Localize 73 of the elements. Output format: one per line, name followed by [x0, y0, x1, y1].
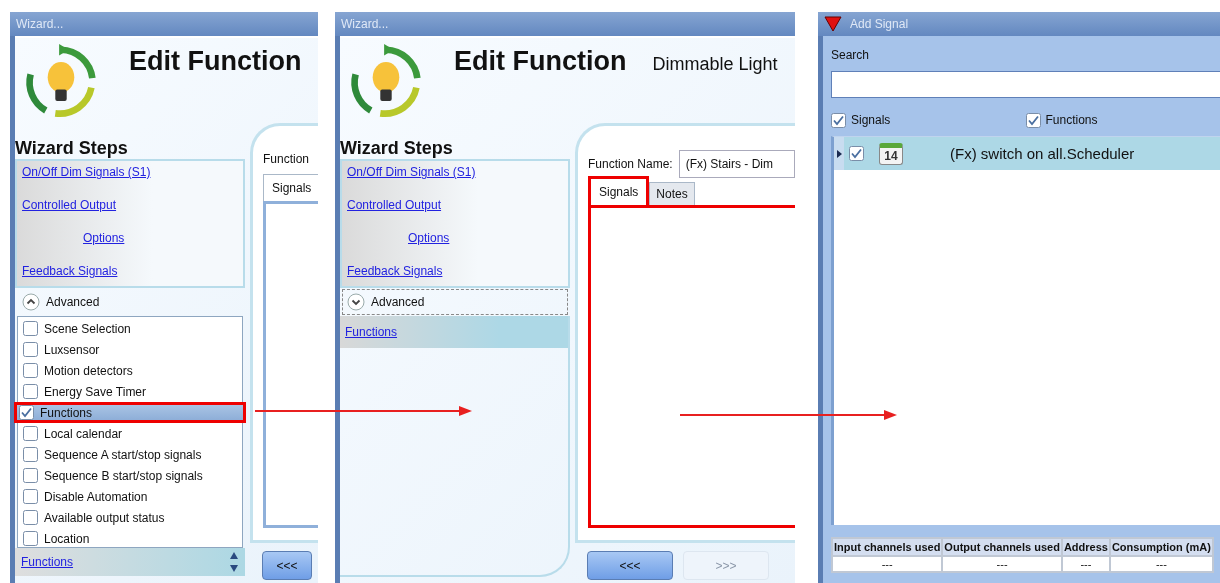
window-title: Wizard...: [16, 17, 64, 31]
nav-button[interactable]: <<<: [587, 551, 673, 580]
advanced-toggle[interactable]: Advanced: [342, 289, 568, 315]
page-heading: Edit Function: [454, 46, 627, 77]
checkbox[interactable]: [23, 321, 38, 336]
option-item[interactable]: Disable Automation: [18, 486, 242, 507]
option-item[interactable]: Available output status: [18, 507, 242, 528]
search-label: Search: [831, 48, 870, 62]
step-link[interactable]: Feedback Signals: [347, 264, 443, 278]
window-title: Wizard...: [341, 17, 389, 31]
checkbox[interactable]: [23, 489, 38, 504]
checkbox[interactable]: [23, 510, 38, 525]
chevron-icon: [347, 293, 365, 311]
checkbox[interactable]: [849, 146, 864, 161]
wizard-steps-heading: Wizard Steps: [15, 137, 129, 159]
filter-label: Signals: [851, 113, 891, 127]
active-step-row[interactable]: Functions: [340, 316, 568, 348]
step-link[interactable]: Functions: [345, 325, 398, 339]
function-name-field[interactable]: (Fx) Stairs - Dim: [678, 150, 795, 178]
advanced-toggle[interactable]: Advanced: [17, 289, 243, 315]
expand-icon[interactable]: [836, 149, 842, 158]
step-link[interactable]: Options: [83, 231, 125, 245]
step-link[interactable]: On/Off Dim Signals (S1): [347, 165, 476, 179]
chevron-icon: [22, 293, 40, 311]
option-item[interactable]: Luxsensor: [18, 339, 242, 360]
checkbox[interactable]: [23, 531, 38, 546]
step-link[interactable]: Functions: [21, 555, 74, 569]
option-item[interactable]: Sequence B start/stop signals: [18, 465, 242, 486]
tab[interactable]: Signals: [588, 176, 650, 205]
scroll-arrows-icon[interactable]: [229, 550, 239, 574]
row-header[interactable]: [834, 137, 844, 170]
field-label: Function: [263, 152, 311, 166]
step-link[interactable]: On/Off Dim Signals (S1): [22, 165, 151, 179]
column-header: Output channels used: [942, 538, 1062, 556]
option-item[interactable]: Location: [18, 528, 242, 549]
checkbox[interactable]: [23, 363, 38, 378]
page-subtitle: Dimmable Light: [652, 54, 778, 75]
option-item[interactable]: Functions: [14, 402, 246, 423]
step-link[interactable]: Controlled Output: [347, 198, 442, 212]
back-button[interactable]: <<<: [262, 551, 312, 580]
window-title: Add Signal: [850, 17, 909, 31]
tab[interactable]: Notes: [649, 182, 695, 205]
option-item[interactable]: Motion detectors: [18, 360, 242, 381]
checkbox[interactable]: [831, 112, 846, 128]
column-header: Consumption (mA): [1109, 538, 1213, 556]
option-item[interactable]: Energy Save Timer: [18, 381, 242, 402]
checkbox[interactable]: [23, 426, 38, 441]
column-header: Address: [1061, 538, 1110, 556]
checkbox[interactable]: [19, 405, 34, 420]
search-field[interactable]: [831, 71, 1220, 98]
column-header: Input channels used: [832, 538, 943, 556]
checkbox[interactable]: [1025, 112, 1041, 128]
tab[interactable]: Signals: [263, 174, 318, 201]
field-label: Function Name:: [588, 157, 673, 171]
checkbox[interactable]: [23, 384, 38, 399]
checkbox[interactable]: [23, 447, 38, 462]
checkbox[interactable]: [23, 342, 38, 357]
filter-label: Functions: [1045, 113, 1098, 127]
bulb-icon: [348, 44, 424, 120]
option-item[interactable]: Local calendar: [18, 423, 242, 444]
step-link[interactable]: Feedback Signals: [22, 264, 118, 278]
bulb-icon: [23, 44, 99, 120]
option-item[interactable]: Scene Selection: [18, 318, 242, 339]
checkbox[interactable]: [23, 468, 38, 483]
calendar-icon: 14: [879, 142, 903, 165]
step-link[interactable]: Options: [408, 231, 450, 245]
wizard-steps-heading: Wizard Steps: [340, 137, 454, 159]
signal-name: (Fx) switch on all.Scheduler: [950, 145, 1135, 162]
step-link[interactable]: Controlled Output: [22, 198, 117, 212]
option-item[interactable]: Sequence A start/stop signals: [18, 444, 242, 465]
signal-row[interactable]: 14 (Fx) switch on all.Scheduler: [834, 137, 1220, 170]
page-heading: Edit Function: [129, 46, 302, 77]
triangle-logo-icon: [824, 16, 842, 32]
